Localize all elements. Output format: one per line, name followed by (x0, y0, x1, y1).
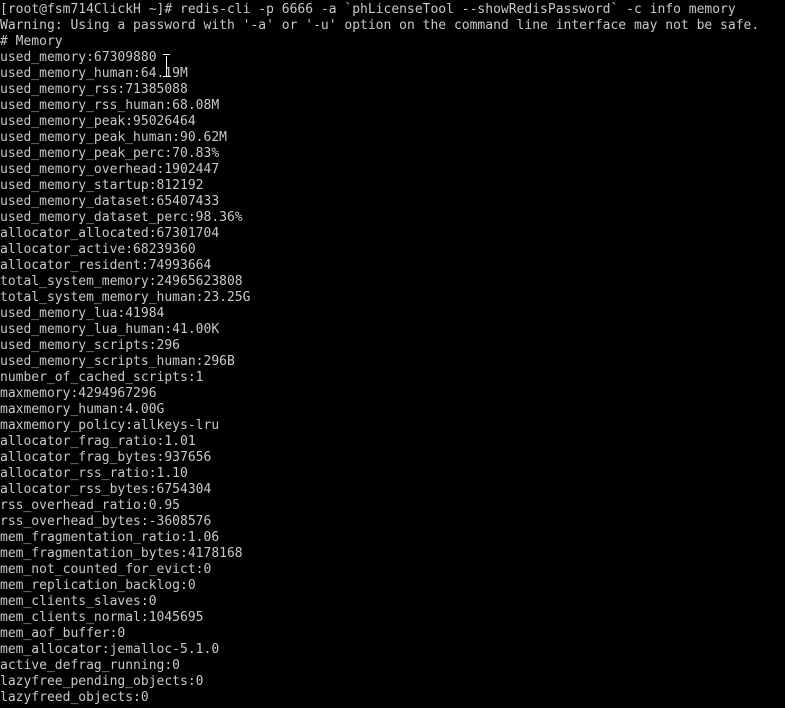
terminal-line: used_memory_peak_human:90.62M (0, 130, 227, 145)
terminal-line: used_memory_rss:71385088 (0, 82, 188, 97)
terminal-output[interactable]: [root@fsm714ClickH ~]# redis-cli -p 6666… (0, 0, 785, 708)
terminal-line: allocator_active:68239360 (0, 242, 196, 257)
terminal-line: mem_clients_slaves:0 (0, 594, 157, 609)
terminal-line: maxmemory_policy:allkeys-lru (0, 418, 220, 433)
terminal-line: used_memory_peak_perc:70.83% (0, 146, 220, 161)
terminal-line: used_memory_overhead:1902447 (0, 162, 220, 177)
terminal-line: used_memory:67309880 (0, 50, 157, 65)
terminal-line: number_of_cached_scripts:1 (0, 370, 204, 385)
terminal-line: [root@fsm714ClickH ~]# redis-cli -p 6666… (0, 2, 736, 17)
terminal-line: used_memory_scripts_human:296B (0, 354, 235, 369)
terminal-line: mem_fragmentation_ratio:1.06 (0, 530, 220, 545)
terminal-line: mem_aof_buffer:0 (0, 626, 126, 641)
terminal-line: mem_allocator:jemalloc-5.1.0 (0, 642, 220, 657)
terminal-line: total_system_memory_human:23.25G (0, 290, 251, 305)
terminal-line: allocator_rss_ratio:1.10 (0, 466, 188, 481)
terminal-line: allocator_frag_bytes:937656 (0, 450, 212, 465)
terminal-line: maxmemory:4294967296 (0, 386, 157, 401)
terminal-line: used_memory_peak:95026464 (0, 114, 196, 129)
terminal-line: allocator_rss_bytes:6754304 (0, 482, 212, 497)
terminal-line: used_memory_startup:812192 (0, 178, 204, 193)
terminal-line: used_memory_lua:41984 (0, 306, 165, 321)
terminal-line: used_memory_scripts:296 (0, 338, 181, 353)
terminal-line: used_memory_dataset_perc:98.36% (0, 210, 243, 225)
terminal-line: allocator_resident:74993664 (0, 258, 212, 273)
terminal-line: maxmemory_human:4.00G (0, 402, 165, 417)
terminal-line: lazyfreed_objects:0 (0, 690, 149, 705)
terminal-line: used_memory_dataset:65407433 (0, 194, 220, 209)
terminal-line: used_memory_human:64.19M (0, 66, 188, 81)
terminal-line: used_memory_lua_human:41.00K (0, 322, 220, 337)
terminal-line: allocator_allocated:67301704 (0, 226, 220, 241)
terminal-line: Warning: Using a password with '-a' or '… (0, 18, 760, 33)
terminal-line: total_system_memory:24965623808 (0, 274, 243, 289)
terminal-line: mem_replication_backlog:0 (0, 578, 196, 593)
terminal-line: mem_clients_normal:1045695 (0, 610, 204, 625)
terminal-line: rss_overhead_bytes:-3608576 (0, 514, 212, 529)
terminal-line: rss_overhead_ratio:0.95 (0, 498, 181, 513)
terminal-line: # Memory (0, 34, 63, 49)
terminal-line: active_defrag_running:0 (0, 658, 181, 673)
terminal-line: lazyfree_pending_objects:0 (0, 674, 204, 689)
terminal-line: used_memory_rss_human:68.08M (0, 98, 220, 113)
terminal-line: mem_fragmentation_bytes:4178168 (0, 546, 243, 561)
terminal-line: allocator_frag_ratio:1.01 (0, 434, 196, 449)
terminal-line: mem_not_counted_for_evict:0 (0, 562, 212, 577)
